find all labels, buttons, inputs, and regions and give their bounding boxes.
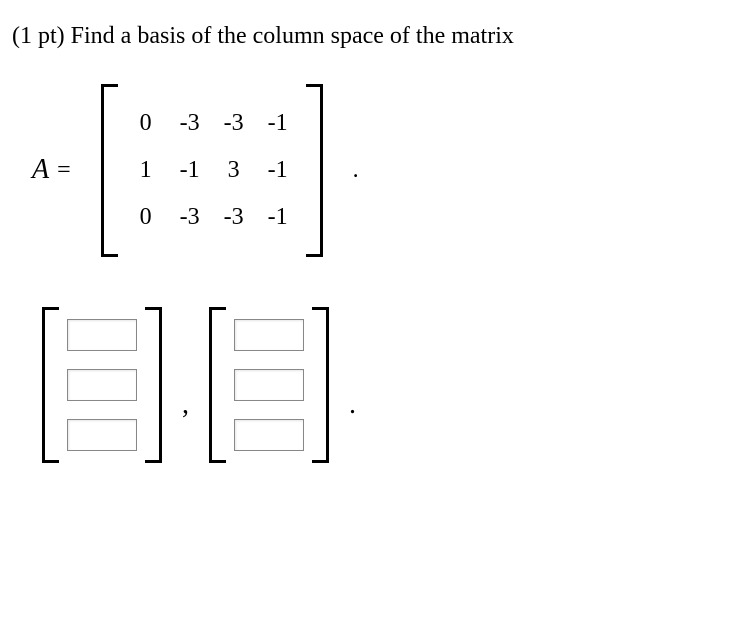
bracket-left — [101, 84, 118, 257]
matrix-cell: 0 — [124, 110, 168, 137]
answer-vector-1 — [42, 307, 162, 463]
matrix-cell: -3 — [212, 110, 256, 137]
final-period: . — [349, 349, 356, 421]
matrix-cell: 1 — [124, 157, 168, 184]
answer-input-v1-r2[interactable] — [67, 369, 137, 401]
matrix-equation: A = 0 -3 -3 -1 1 -1 3 -1 0 -3 -3 -1 — [32, 84, 722, 257]
matrix-cell: -1 — [168, 157, 212, 184]
matrix-row: 0 -3 -3 -1 — [124, 194, 300, 241]
bracket-left — [209, 307, 226, 463]
matrix-cell: -3 — [168, 110, 212, 137]
bracket-right — [306, 84, 323, 257]
bracket-left — [42, 307, 59, 463]
answer-input-v2-r2[interactable] — [234, 369, 304, 401]
matrix-cell: -3 — [168, 204, 212, 231]
vector-body — [59, 307, 145, 463]
vector-body — [226, 307, 312, 463]
matrix-cell: 3 — [212, 157, 256, 184]
matrix-cell: 0 — [124, 204, 168, 231]
answer-input-v1-r1[interactable] — [67, 319, 137, 351]
answer-row: , . — [42, 307, 722, 463]
matrix-cell: -1 — [256, 157, 300, 184]
answer-vector-2 — [209, 307, 329, 463]
matrix-cell: -1 — [256, 110, 300, 137]
points-label: (1 pt) — [12, 23, 71, 49]
problem-text: (1 pt) Find a basis of the column space … — [12, 20, 722, 54]
problem-prompt: Find a basis of the column space of the … — [71, 23, 514, 49]
matrix-row: 1 -1 3 -1 — [124, 147, 300, 194]
matrix-cell: -1 — [256, 204, 300, 231]
equation-period: . — [353, 157, 359, 184]
answer-input-v1-r3[interactable] — [67, 419, 137, 451]
matrix-label: A — [32, 154, 49, 186]
bracket-right — [145, 307, 162, 463]
matrix-row: 0 -3 -3 -1 — [124, 100, 300, 147]
equals-sign: = — [57, 157, 71, 184]
vector-separator: , — [182, 349, 189, 421]
matrix-cell: -3 — [212, 204, 256, 231]
matrix-A: 0 -3 -3 -1 1 -1 3 -1 0 -3 -3 -1 — [101, 84, 323, 257]
bracket-right — [312, 307, 329, 463]
answer-input-v2-r1[interactable] — [234, 319, 304, 351]
answer-input-v2-r3[interactable] — [234, 419, 304, 451]
matrix-body: 0 -3 -3 -1 1 -1 3 -1 0 -3 -3 -1 — [118, 84, 306, 257]
